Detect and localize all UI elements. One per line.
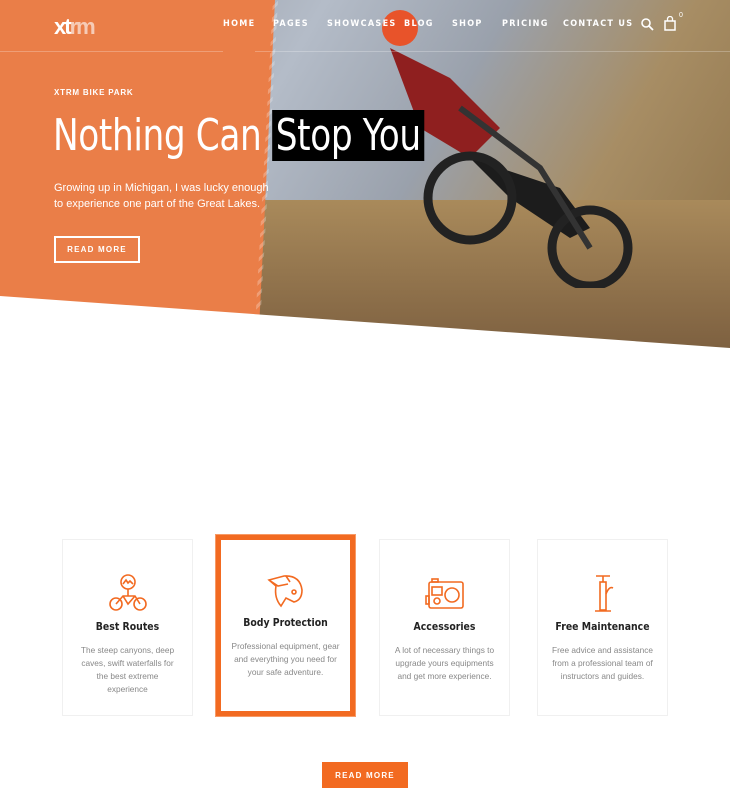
hero-lead: Growing up in Michigan, I was lucky enou…	[54, 182, 269, 210]
feature-text: Professional equipment, gear and everyth…	[231, 641, 340, 677]
hero-eyebrow: XTRM BIKE PARK	[54, 88, 134, 97]
nav-pages[interactable]: PAGES	[273, 19, 309, 29]
nav-divider	[0, 51, 730, 52]
hero-read-more-button[interactable]: READ MORE	[54, 236, 140, 263]
nav-pricing[interactable]: PRICING	[502, 19, 549, 29]
nav-contact-us[interactable]: CONTACT US	[563, 19, 633, 29]
hero-section	[0, 0, 730, 350]
feature-text: A lot of necessary things to upgrade you…	[394, 645, 495, 681]
feature-card-body-protection[interactable]: Body Protection Professional equipment, …	[216, 535, 355, 716]
feature-text: Free advice and assistance from a profes…	[552, 645, 654, 681]
feature-title: Free Maintenance	[555, 620, 650, 633]
search-icon[interactable]	[641, 18, 654, 31]
hero-title: Nothing Can Stop You	[53, 110, 425, 161]
hero-orange-panel	[0, 0, 275, 350]
feature-title: Body Protection	[243, 616, 328, 629]
feature-text: The steep canyons, deep caves, swift wat…	[80, 645, 175, 694]
bike-route-icon	[108, 574, 147, 611]
hero-title-highlight: Stop You	[271, 110, 425, 161]
helmet-icon	[266, 575, 303, 608]
cart-bag-icon[interactable]	[664, 16, 676, 31]
read-more-button[interactable]: READ MORE	[322, 762, 408, 788]
feature-card-best-routes[interactable]: Best Routes The steep canyons, deep cave…	[62, 539, 193, 716]
bike-pump-icon	[594, 575, 613, 612]
feature-card-accessories[interactable]: Accessories A lot of necessary things to…	[379, 539, 510, 716]
feature-title: Accessories	[413, 620, 476, 633]
nav-shop[interactable]: SHOP	[452, 19, 483, 29]
feature-card-free-maintenance[interactable]: Free Maintenance Free advice and assista…	[537, 539, 668, 716]
hero-title-plain: Nothing Can	[53, 110, 262, 161]
cart-count-badge: 0	[679, 12, 683, 19]
feature-title: Best Routes	[95, 620, 160, 633]
nav-blog[interactable]: BLOG	[404, 19, 434, 29]
nav-showcases[interactable]: SHOWCASES	[327, 19, 397, 29]
logo[interactable]: xtrm	[54, 14, 96, 40]
action-camera-icon	[424, 578, 464, 609]
nav-home[interactable]: HOME	[223, 19, 256, 52]
